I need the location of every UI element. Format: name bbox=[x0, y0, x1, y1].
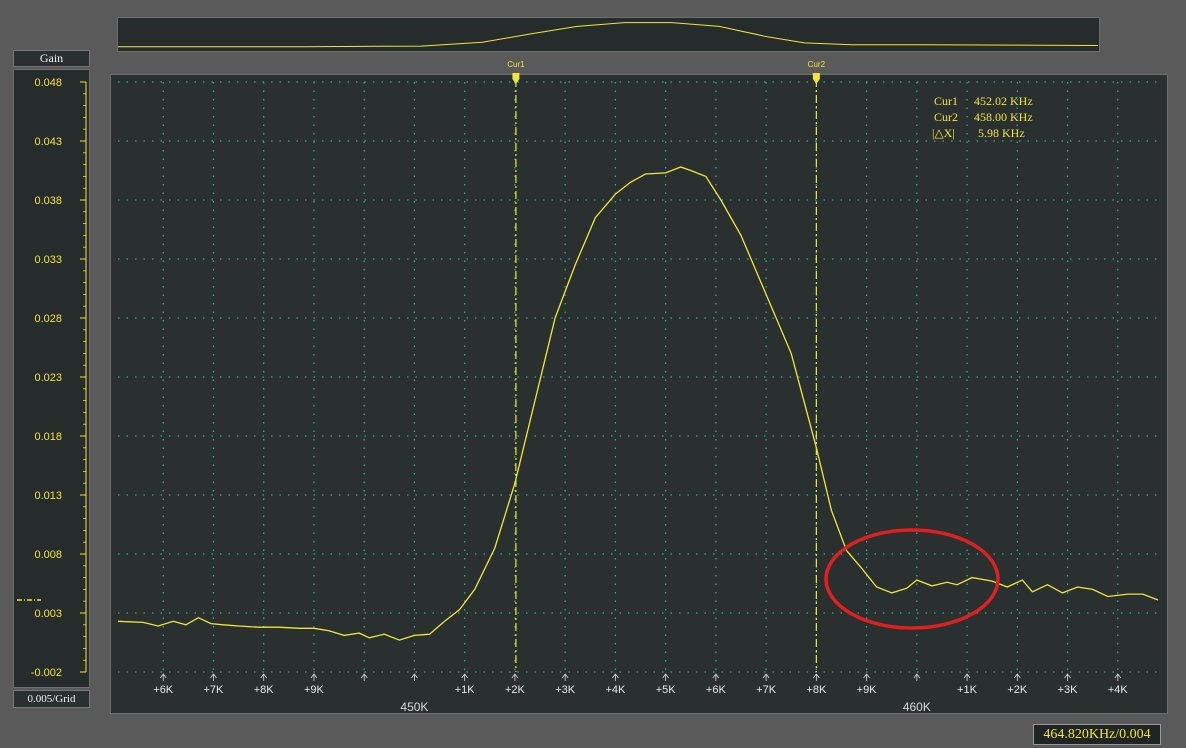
y-tick-label: 0.018 bbox=[34, 431, 62, 443]
x-major-label: 450K bbox=[400, 700, 428, 714]
x-tick-label: +3K bbox=[555, 684, 576, 696]
delta-x-label: |△X| bbox=[932, 126, 955, 140]
x-tick-label: +6K bbox=[153, 684, 174, 696]
gain-trace bbox=[117, 166, 1159, 641]
delta-x-value: 5.98 KHz bbox=[978, 126, 1025, 140]
y-tick-label: 0.013 bbox=[34, 490, 62, 502]
x-tick-label: +3K bbox=[1058, 684, 1079, 696]
overview-trace bbox=[118, 22, 1099, 48]
x-tick-label: +8K bbox=[806, 684, 827, 696]
y-tick-label: 0.023 bbox=[34, 372, 62, 384]
highlight-ellipse bbox=[824, 528, 1000, 630]
x-tick-label: +2K bbox=[1007, 684, 1028, 696]
cursor-1-tag: Cur1 bbox=[507, 60, 525, 69]
x-tick-label: +8K bbox=[254, 684, 275, 696]
cursor-2-tag: Cur2 bbox=[808, 60, 826, 69]
cursor-2-marker bbox=[812, 73, 820, 84]
x-tick-label: +1K bbox=[957, 684, 978, 696]
y-tick-label: 0.008 bbox=[34, 549, 62, 561]
cur2-readout-value: 458.00 KHz bbox=[974, 110, 1033, 124]
x-tick-label: +9K bbox=[857, 684, 878, 696]
x-tick-label: +5K bbox=[656, 684, 677, 696]
x-tick-label: +4K bbox=[605, 684, 626, 696]
x-tick-label: +1K bbox=[455, 684, 476, 696]
y-tick-label: -0.002 bbox=[31, 667, 62, 679]
cur1-readout-value: 452.02 KHz bbox=[974, 94, 1033, 108]
x-tick-label: +7K bbox=[756, 684, 777, 696]
x-tick-label: +6K bbox=[706, 684, 727, 696]
y-tick-label: 0.038 bbox=[34, 195, 62, 207]
cur1-readout-label: Cur1 bbox=[934, 94, 958, 108]
y-tick-label: 0.033 bbox=[34, 254, 62, 266]
y-tick-label: 0.043 bbox=[34, 136, 62, 148]
chart-overlay: 0.048 0.043 0.038 0.033 0.028 0.023 0.018 0.013… bbox=[17, 22, 1159, 714]
x-tick-label: +9K bbox=[304, 684, 325, 696]
x-tick-label: +4K bbox=[1108, 684, 1129, 696]
y-tick-label: 0.028 bbox=[34, 313, 62, 325]
cur2-readout-label: Cur2 bbox=[934, 110, 958, 124]
y-tick-label: 0.003 bbox=[34, 608, 62, 620]
y-tick-label: 0.048 bbox=[34, 77, 62, 89]
x-major-label: 460K bbox=[903, 700, 931, 714]
x-tick-label: +2K bbox=[505, 684, 526, 696]
x-tick-label: +7K bbox=[204, 684, 225, 696]
